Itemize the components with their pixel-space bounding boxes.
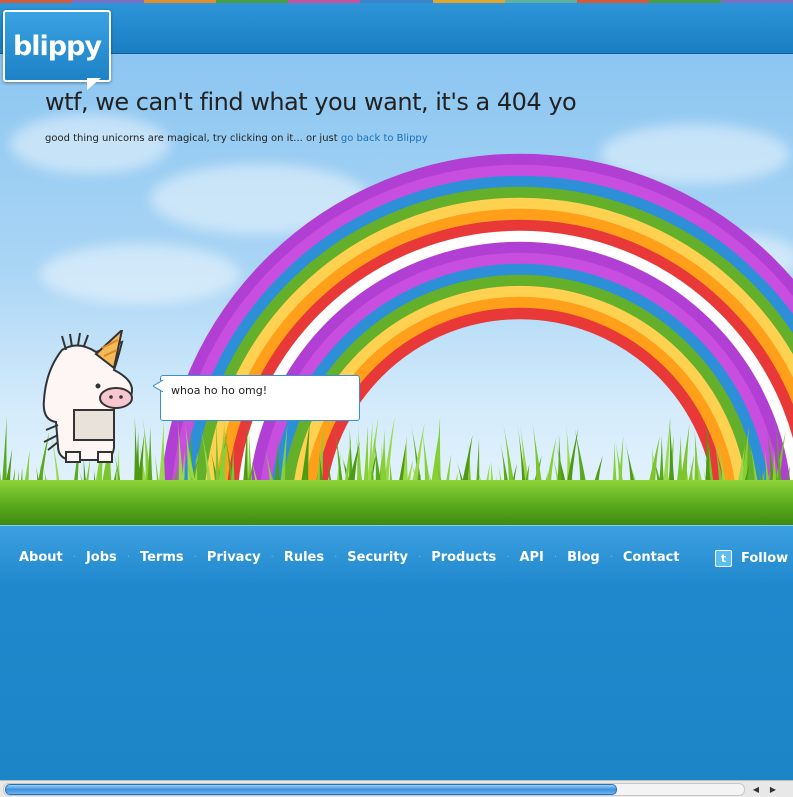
subtitle-text: good thing unicorns are magical, try cli… — [45, 133, 341, 144]
logo-speech-tail — [87, 78, 101, 90]
footer-separator: · — [418, 552, 421, 563]
blippy-logo[interactable]: blippy — [3, 10, 111, 82]
back-to-blippy-link[interactable]: go back to Blippy — [341, 133, 428, 144]
footer-link-privacy[interactable]: Privacy — [207, 550, 261, 565]
footer-separator: · — [334, 552, 337, 563]
footer-link-rules[interactable]: Rules — [284, 550, 324, 565]
footer-link-contact[interactable]: Contact — [623, 550, 680, 565]
footer-link-products[interactable]: Products — [431, 550, 496, 565]
footer-link-blog[interactable]: Blog — [567, 550, 600, 565]
page-title: wtf, we can't find what you want, it's a… — [45, 88, 576, 116]
footer-link-api[interactable]: API — [519, 550, 543, 565]
speech-bubble-text: whoa ho ho omg! — [171, 384, 267, 397]
footer-separator: · — [194, 552, 197, 563]
page-subtitle: good thing unicorns are magical, try cli… — [45, 133, 428, 144]
footer-separator: · — [127, 552, 130, 563]
footer-link-terms[interactable]: Terms — [140, 550, 184, 565]
footer-separator: · — [610, 552, 613, 563]
unicorn-illustration[interactable] — [18, 330, 138, 475]
scroll-right-arrow-icon[interactable]: ▶ — [766, 783, 780, 795]
footer-separator: · — [73, 552, 76, 563]
twitter-icon: t — [715, 550, 732, 567]
footer-link-about[interactable]: About — [19, 550, 63, 565]
header-bar — [0, 3, 793, 54]
footer-link-security[interactable]: Security — [347, 550, 408, 565]
footer-separator: · — [506, 552, 509, 563]
follow-label: Follow @ — [741, 551, 793, 566]
speech-bubble-tail — [153, 380, 163, 392]
speech-bubble: whoa ho ho omg! — [160, 375, 360, 421]
footer-separator: · — [271, 552, 274, 563]
horizontal-scrollbar[interactable]: ◀ ▶ — [0, 780, 793, 797]
scroll-left-arrow-icon[interactable]: ◀ — [749, 783, 763, 795]
footer-nav: About · Jobs · Terms · Privacy · Rules ·… — [19, 550, 680, 565]
scrollbar-thumb[interactable] — [5, 784, 617, 795]
footer-separator: · — [554, 552, 557, 563]
footer-link-jobs[interactable]: Jobs — [86, 550, 117, 565]
footer: About · Jobs · Terms · Privacy · Rules ·… — [0, 525, 793, 781]
twitter-follow-link[interactable]: t Follow @ — [715, 550, 793, 567]
